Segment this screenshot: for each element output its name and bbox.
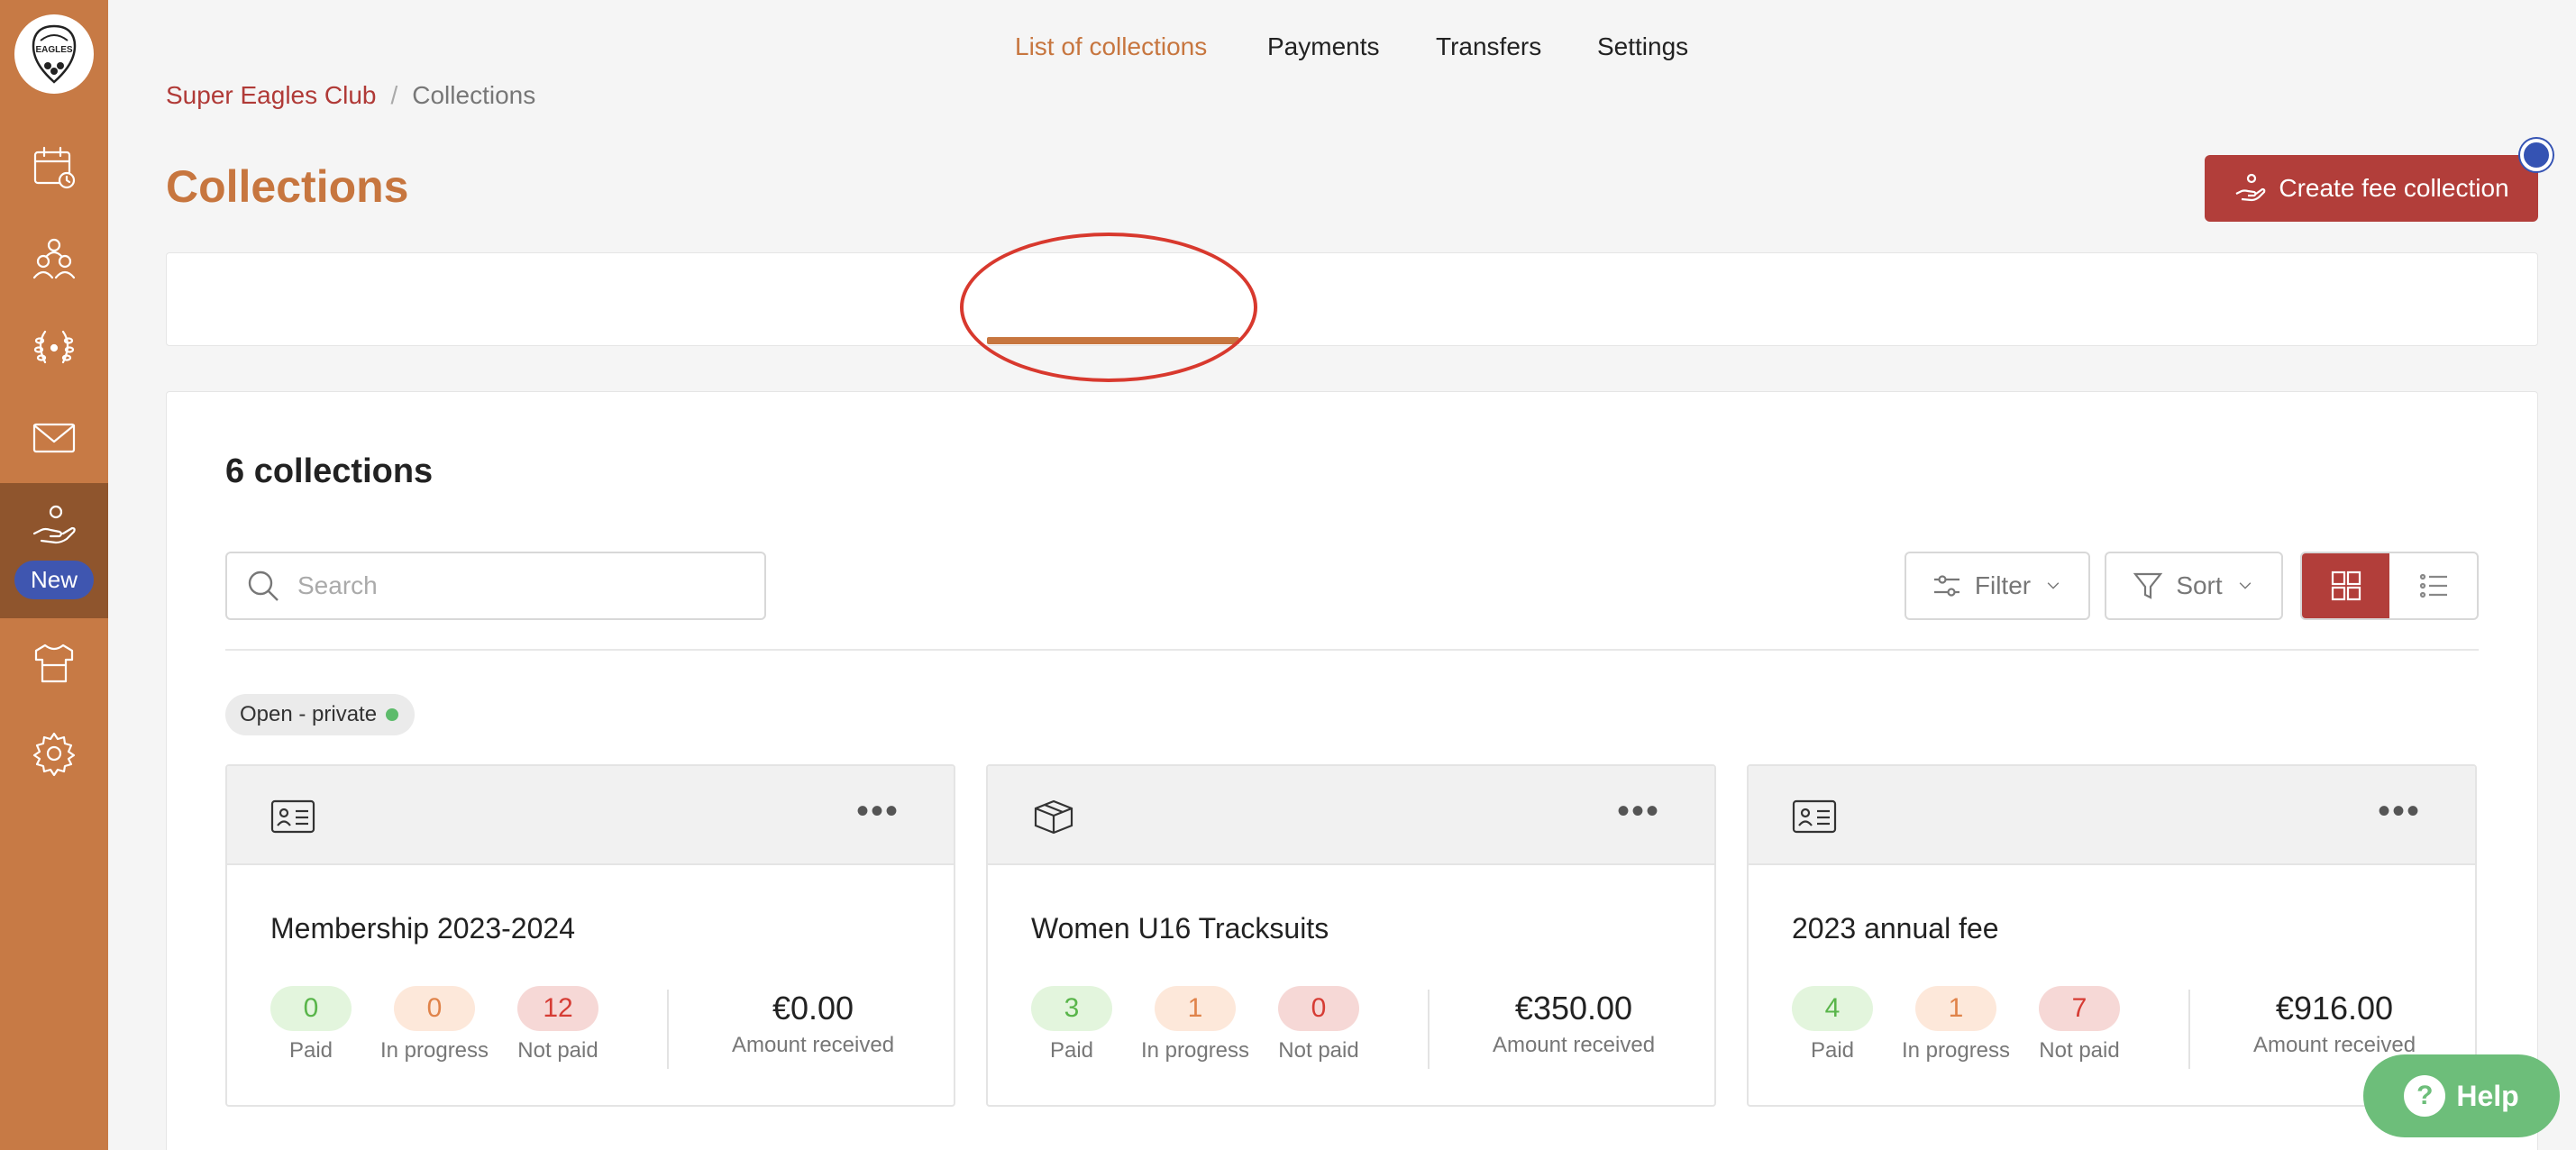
more-options-icon[interactable]: ••• — [2378, 793, 2421, 829]
gear-icon — [32, 732, 76, 777]
collections-hand-icon — [32, 505, 76, 543]
funnel-icon — [2133, 572, 2163, 599]
calendar-icon — [33, 146, 76, 189]
paid-label: Paid — [288, 1038, 333, 1063]
box-icon — [1034, 799, 1073, 835]
breadcrumb-separator: / — [390, 81, 398, 109]
in-progress-count: 0 — [394, 986, 475, 1031]
club-logo[interactable]: EAGLES — [14, 14, 94, 94]
amount-received-value: €0.00 — [772, 990, 854, 1027]
card-divider — [667, 990, 669, 1069]
card-header: ••• — [227, 766, 954, 865]
amount-received-value: €916.00 — [2275, 990, 2394, 1027]
search-input[interactable] — [297, 571, 730, 600]
id-card-icon — [1792, 799, 1837, 834]
sidebar-item-members[interactable] — [0, 213, 108, 303]
not-paid-label: Not paid — [517, 1038, 598, 1063]
chevron-down-icon — [2239, 582, 2251, 589]
status-dot — [386, 708, 399, 721]
grid-view-button[interactable] — [2302, 553, 2389, 618]
tab-list-of-collections[interactable]: List of collections — [1015, 0, 1207, 94]
create-fee-collection-button[interactable]: Create fee collection — [2205, 155, 2538, 222]
tab-payments[interactable]: Payments — [1267, 0, 1380, 94]
search-box[interactable] — [225, 552, 766, 620]
sidebar-item-messages[interactable] — [0, 393, 108, 483]
card-title: Membership 2023-2024 — [270, 912, 575, 945]
sort-label: Sort — [2176, 571, 2223, 599]
grid-icon — [2331, 570, 2361, 601]
collection-card[interactable]: ••• 2023 annual fee 4 Paid 1 In progress… — [1747, 764, 2477, 1107]
paid-label: Paid — [1810, 1038, 1855, 1063]
id-card-icon — [270, 799, 315, 834]
laurel-icon — [33, 330, 75, 364]
more-options-icon[interactable]: ••• — [1617, 793, 1660, 829]
page-title: Collections — [166, 161, 409, 212]
sort-button[interactable]: Sort — [2105, 552, 2283, 620]
collection-card[interactable]: ••• Membership 2023-2024 0 Paid 0 In pro… — [225, 764, 955, 1107]
card-header: ••• — [1749, 766, 2475, 865]
not-paid-count: 7 — [2039, 986, 2120, 1031]
breadcrumb-club-link[interactable]: Super Eagles Club — [166, 81, 376, 110]
in-progress-label: In progress — [1901, 1038, 2011, 1063]
card-divider — [1428, 990, 1430, 1069]
sliders-icon — [1933, 575, 1959, 597]
sidebar-item-trophies[interactable] — [0, 303, 108, 393]
create-fee-collection-label: Create fee collection — [2279, 174, 2509, 202]
in-progress-label: In progress — [379, 1038, 489, 1063]
not-paid-label: Not paid — [2039, 1038, 2120, 1063]
help-button[interactable]: ? Help — [2363, 1054, 2560, 1137]
sidebar: EAGLES New — [0, 0, 108, 1150]
sidebar-item-settings[interactable] — [0, 708, 108, 799]
in-progress-count: 1 — [1155, 986, 1236, 1031]
tab-transfers[interactable]: Transfers — [1436, 0, 1541, 94]
list-icon — [2419, 573, 2447, 598]
notification-dot[interactable] — [2520, 139, 2553, 171]
paid-count: 0 — [270, 986, 352, 1031]
new-badge: New — [14, 560, 94, 599]
list-view-button[interactable] — [2389, 553, 2477, 618]
amount-received-label: Amount received — [1492, 1033, 1656, 1057]
collections-count: 6 collections — [225, 452, 434, 490]
shirt-icon — [34, 643, 74, 683]
card-title: Women U16 Tracksuits — [1031, 912, 1329, 945]
paid-count: 4 — [1792, 986, 1873, 1031]
tab-settings[interactable]: Settings — [1597, 0, 1688, 94]
tab-bar — [166, 252, 2538, 346]
not-paid-label: Not paid — [1278, 1038, 1359, 1063]
status-chip-label: Open - private — [240, 702, 378, 726]
view-toggle — [2300, 552, 2479, 620]
not-paid-count: 0 — [1278, 986, 1359, 1031]
help-label: Help — [2456, 1079, 2519, 1112]
logo-text: EAGLES — [35, 45, 72, 55]
members-icon — [32, 238, 76, 279]
search-icon — [248, 570, 279, 601]
paid-label: Paid — [1049, 1038, 1094, 1063]
filter-label: Filter — [1974, 571, 2032, 599]
eagles-crest-icon: EAGLES — [32, 24, 77, 84]
amount-received-value: €350.00 — [1514, 990, 1633, 1027]
in-progress-label: In progress — [1140, 1038, 1250, 1063]
not-paid-count: 12 — [517, 986, 598, 1031]
card-header: ••• — [988, 766, 1714, 865]
in-progress-count: 1 — [1915, 986, 1996, 1031]
help-icon: ? — [2404, 1075, 2446, 1117]
sidebar-item-shop[interactable] — [0, 618, 108, 708]
mail-icon — [32, 423, 76, 453]
collection-card[interactable]: ••• Women U16 Tracksuits 3 Paid 1 In pro… — [986, 764, 1716, 1107]
breadcrumb: Super Eagles Club / Collections — [166, 81, 535, 110]
collections-hand-icon — [2235, 173, 2266, 202]
annotation-highlight-circle — [960, 233, 1257, 382]
sidebar-item-calendar[interactable] — [0, 123, 108, 213]
more-options-icon[interactable]: ••• — [856, 793, 900, 829]
chevron-down-icon — [2047, 582, 2060, 589]
breadcrumb-current: Collections — [412, 81, 536, 109]
card-title: 2023 annual fee — [1792, 912, 1999, 945]
toolbar-divider — [225, 649, 2479, 651]
sidebar-item-collections[interactable]: New — [0, 483, 108, 618]
paid-count: 3 — [1031, 986, 1112, 1031]
status-chip: Open - private — [225, 694, 416, 735]
card-divider — [2188, 990, 2190, 1069]
filter-button[interactable]: Filter — [1905, 552, 2090, 620]
amount-received-label: Amount received — [731, 1033, 895, 1057]
